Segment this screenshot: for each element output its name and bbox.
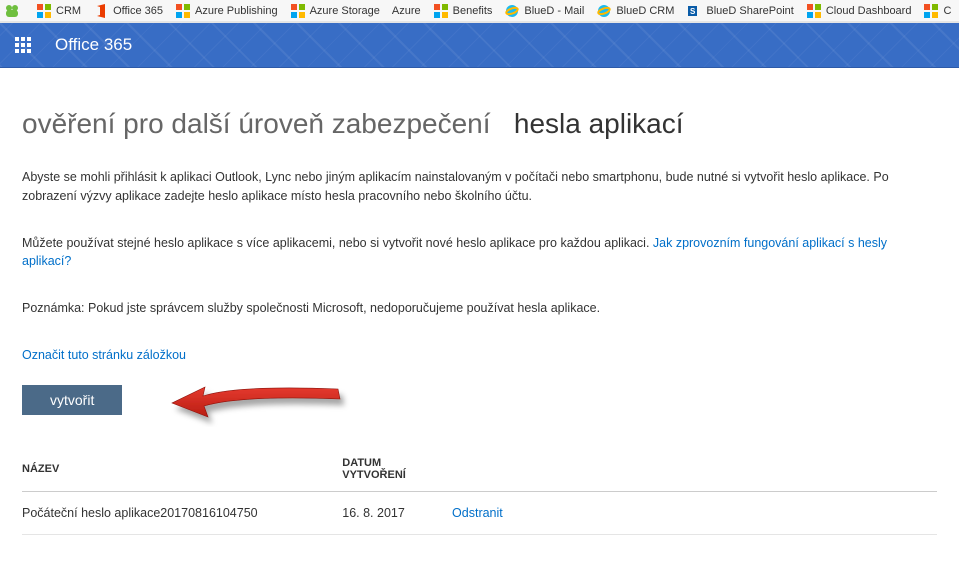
cell-name: Počáteční heslo aplikace20170816104750: [22, 491, 342, 534]
bookmark-page-link[interactable]: Označit tuto stránku záložkou: [22, 348, 186, 362]
page-title: ověření pro další úroveň zabezpečení hes…: [22, 108, 937, 140]
bookmark-item[interactable]: Azure: [392, 5, 421, 17]
bookmark-label: BlueD CRM: [616, 5, 674, 17]
bookmark-label: Office 365: [113, 5, 163, 17]
o365-header: Office 365: [0, 23, 959, 68]
bookmark-item[interactable]: BlueD - Mail: [504, 3, 584, 19]
waffle-icon: [15, 37, 31, 53]
brand-label: Office 365: [55, 35, 132, 55]
bookmark-label: BlueD - Mail: [524, 5, 584, 17]
bookmark-item[interactable]: Azure Storage: [290, 3, 380, 19]
cell-action: Odstranit: [452, 491, 937, 534]
col-name: NÁZEV: [22, 447, 342, 492]
frog-icon: [4, 3, 20, 19]
svg-text:S: S: [690, 7, 696, 16]
ms4-icon: [175, 3, 191, 19]
cell-date: 16. 8. 2017: [342, 491, 452, 534]
bookmark-item[interactable]: Benefits: [433, 3, 493, 19]
bookmark-item[interactable]: Azure Publishing: [175, 3, 278, 19]
admin-note: Poznámka: Pokud jste správcem služby spo…: [22, 299, 937, 318]
bookmark-item[interactable]: [4, 3, 24, 19]
intro-paragraph-2: Můžete používat stejné heslo aplikace s …: [22, 234, 937, 272]
bookmark-label: Benefits: [453, 5, 493, 17]
app-launcher-button[interactable]: [0, 23, 45, 68]
bookmark-item[interactable]: BlueD CRM: [596, 3, 674, 19]
bookmark-item[interactable]: CRM: [36, 3, 81, 19]
bookmark-label: C: [943, 5, 951, 17]
sharepoint-icon: S: [686, 3, 702, 19]
bookmark-label: Azure: [392, 5, 421, 17]
ms4-icon: [36, 3, 52, 19]
app-passwords-table: NÁZEV DATUM VYTVOŘENÍ Počáteční heslo ap…: [22, 447, 937, 535]
page-title-light: ověření pro další úroveň zabezpečení: [22, 108, 491, 139]
bookmark-item[interactable]: Cloud Dashboard: [806, 3, 912, 19]
bookmark-item[interactable]: Office 365: [93, 3, 163, 19]
bookmark-item[interactable]: C: [923, 3, 951, 19]
bookmark-label: BlueD SharePoint: [706, 5, 793, 17]
ms4-icon: [806, 3, 822, 19]
office-icon: [93, 3, 109, 19]
paragraph-text: Můžete používat stejné heslo aplikace s …: [22, 236, 653, 250]
page-content: ověření pro další úroveň zabezpečení hes…: [0, 68, 959, 565]
delete-link[interactable]: Odstranit: [452, 506, 503, 520]
ie-icon: [504, 3, 520, 19]
ms4-icon: [290, 3, 306, 19]
bookmark-label: Azure Publishing: [195, 5, 278, 17]
annotation-arrow-icon: [168, 379, 353, 427]
bookmark-label: CRM: [56, 5, 81, 17]
bookmark-label: Cloud Dashboard: [826, 5, 912, 17]
intro-paragraph-1: Abyste se mohli přihlásit k aplikaci Out…: [22, 168, 937, 206]
table-row: Počáteční heslo aplikace20170816104750 1…: [22, 491, 937, 534]
page-title-accent: hesla aplikací: [514, 108, 684, 139]
browser-bookmarks-bar: CRM Office 365 Azure Publishing Azure St…: [0, 0, 959, 23]
ms4-icon: [923, 3, 939, 19]
ie-icon: [596, 3, 612, 19]
bookmark-item[interactable]: S BlueD SharePoint: [686, 3, 793, 19]
col-date: DATUM VYTVOŘENÍ: [342, 447, 452, 492]
table-header-row: NÁZEV DATUM VYTVOŘENÍ: [22, 447, 937, 492]
create-row: vytvořit: [22, 385, 937, 435]
col-actions: [452, 447, 937, 492]
create-button[interactable]: vytvořit: [22, 385, 122, 415]
ms4-icon: [433, 3, 449, 19]
bookmark-label: Azure Storage: [310, 5, 380, 17]
